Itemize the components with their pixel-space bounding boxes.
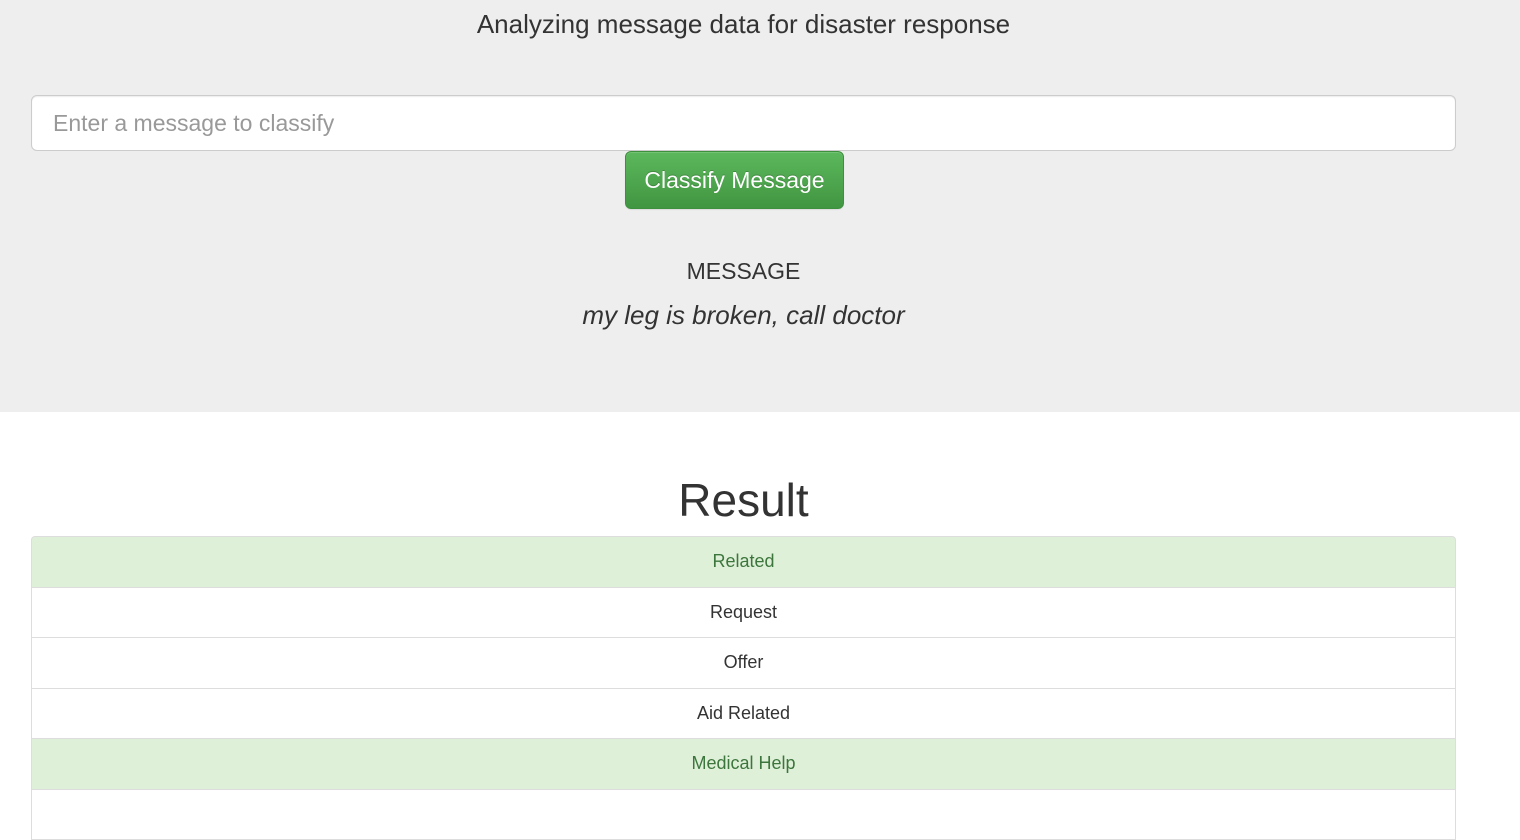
result-title: Result [0, 472, 1487, 528]
message-text: my leg is broken, call doctor [0, 298, 1487, 332]
result-item-request: Request [31, 587, 1456, 639]
result-item-aid-related: Aid Related [31, 688, 1456, 740]
result-item-offer: Offer [31, 637, 1456, 689]
result-list: Related Request Offer Aid Related Medica… [31, 536, 1456, 839]
result-item-related: Related [31, 536, 1456, 588]
result-item-medical-help: Medical Help [31, 738, 1456, 790]
message-label: MESSAGE [0, 256, 1487, 286]
message-input[interactable] [31, 95, 1456, 151]
page-subtitle: Analyzing message data for disaster resp… [0, 8, 1487, 40]
jumbotron: Analyzing message data for disaster resp… [0, 0, 1520, 412]
result-item [31, 789, 1456, 840]
classify-message-button[interactable]: Classify Message [625, 151, 844, 209]
